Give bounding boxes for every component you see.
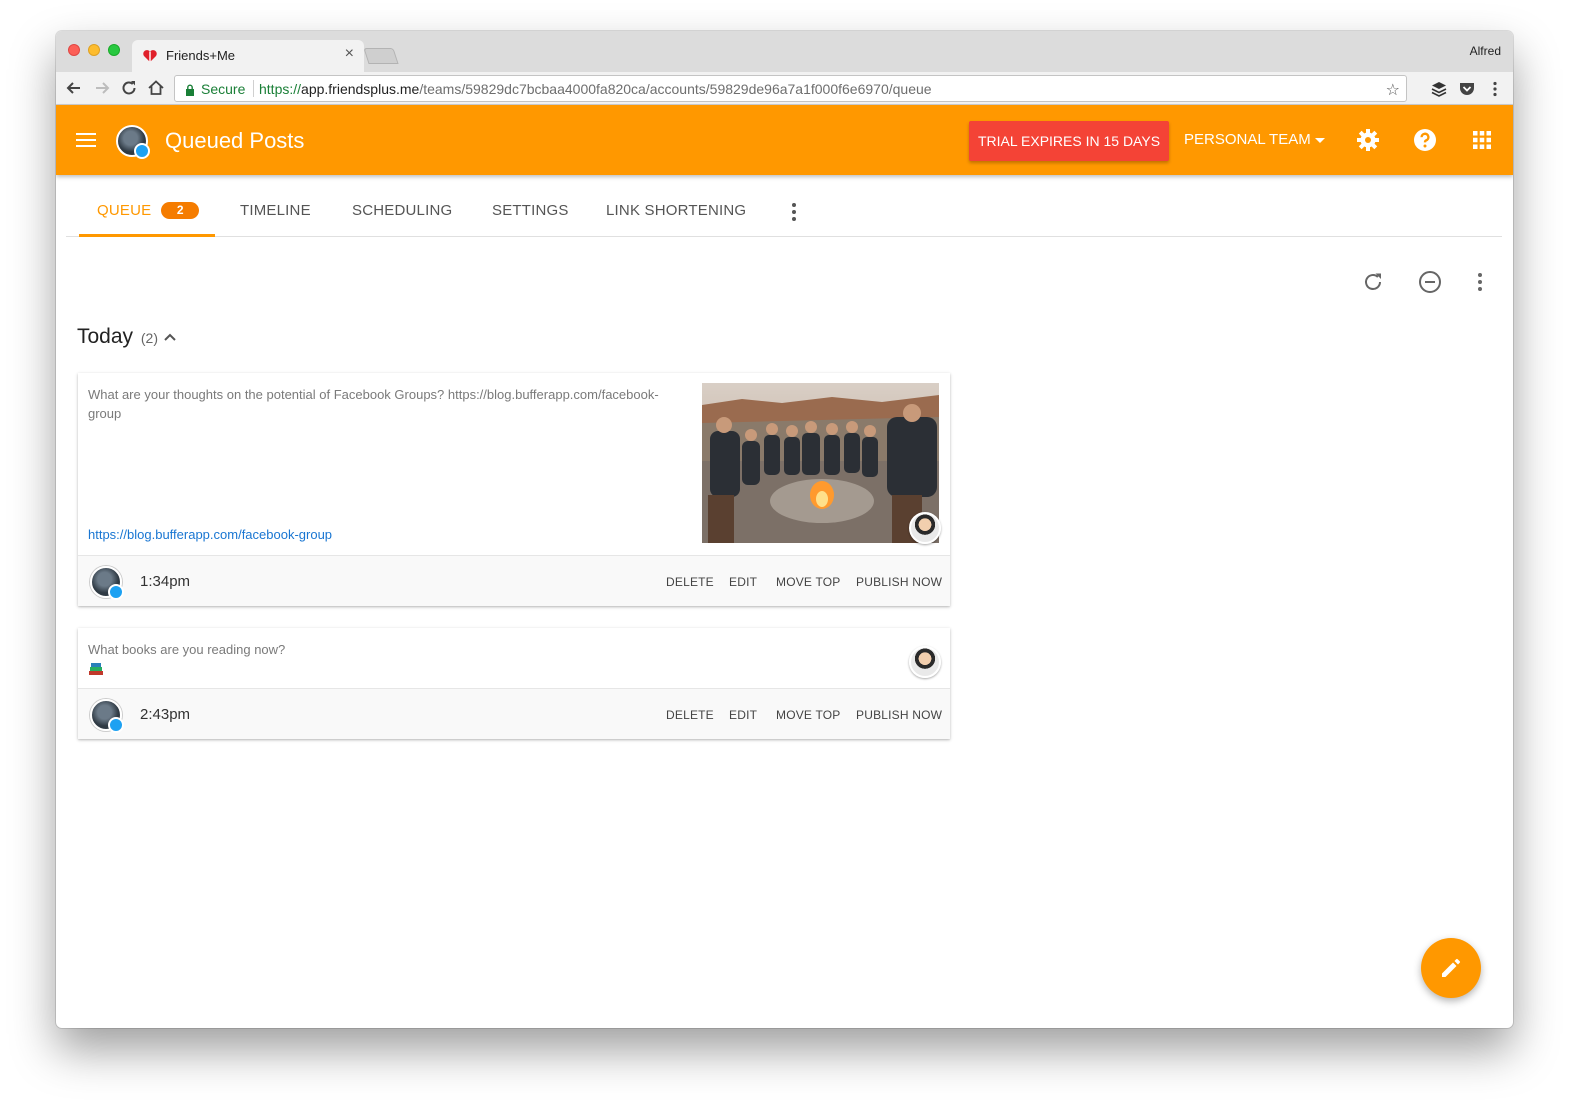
page-title: Queued Posts: [165, 128, 305, 153]
apps-grid-icon[interactable]: [1470, 128, 1494, 152]
more-tabs-icon[interactable]: [791, 202, 797, 222]
tab-settings[interactable]: SETTINGS: [492, 202, 569, 219]
refresh-icon[interactable]: [1361, 270, 1385, 294]
browser-toolbar: Secure https://app.friendsplus.me/teams/…: [56, 72, 1513, 105]
lock-icon: [186, 84, 194, 96]
heart-icon: [143, 50, 157, 62]
tab-queue-label: QUEUE: [97, 202, 152, 219]
chevron-up-icon[interactable]: [163, 332, 177, 342]
team-selector[interactable]: PERSONAL TEAM: [1184, 131, 1311, 148]
twitter-icon: [134, 143, 150, 159]
tab-scheduling[interactable]: SCHEDULING: [352, 202, 452, 219]
trial-expires-button[interactable]: TRIAL EXPIRES IN 15 DAYS: [969, 121, 1169, 161]
browser-menu-icon[interactable]: [1486, 80, 1504, 98]
pencil-icon: [1442, 958, 1461, 977]
home-icon[interactable]: [146, 78, 166, 98]
tab-queue[interactable]: QUEUE 2: [97, 202, 200, 219]
minimize-window-button[interactable]: [88, 44, 100, 56]
author-avatar[interactable]: [909, 646, 941, 678]
address-separator: [253, 80, 254, 97]
new-tab-button[interactable]: [363, 48, 399, 64]
post-card-footer: 1:34pm DELETE EDIT MOVE TOP PUBLISH NOW: [78, 555, 950, 606]
browser-tab-strip: Friends+Me × Alfred: [56, 31, 1513, 72]
app-bar: Queued Posts TRIAL EXPIRES IN 15 DAYS PE…: [56, 105, 1513, 175]
author-avatar[interactable]: [909, 512, 941, 544]
queue-count-badge: 2: [161, 202, 200, 219]
twitter-icon: [108, 717, 124, 733]
tab-timeline[interactable]: TIMELINE: [240, 202, 311, 219]
maximize-window-button[interactable]: [108, 44, 120, 56]
section-title-text: Today: [77, 325, 134, 348]
active-tab-indicator: [79, 234, 215, 237]
delete-button[interactable]: DELETE: [666, 575, 714, 589]
edit-button[interactable]: EDIT: [729, 708, 757, 722]
move-top-button[interactable]: MOVE TOP: [776, 708, 841, 722]
browser-tab-title: Friends+Me: [166, 48, 235, 63]
help-icon[interactable]: [1413, 128, 1437, 152]
remove-circle-icon[interactable]: [1418, 270, 1442, 294]
post-card-footer: 2:43pm DELETE EDIT MOVE TOP PUBLISH NOW: [78, 688, 950, 739]
move-top-button[interactable]: MOVE TOP: [776, 575, 841, 589]
close-tab-icon[interactable]: ×: [345, 45, 354, 63]
section-count: (2): [140, 330, 159, 346]
browser-tab[interactable]: Friends+Me ×: [132, 40, 364, 72]
post-link[interactable]: https://blog.bufferapp.com/facebook-grou…: [88, 527, 332, 542]
queue-tabs: QUEUE 2 TIMELINE SCHEDULING SETTINGS LINK…: [66, 175, 1502, 237]
back-arrow-icon[interactable]: [64, 78, 84, 98]
twitter-icon: [108, 584, 124, 600]
delete-button[interactable]: DELETE: [666, 708, 714, 722]
post-text: What books are you reading now?: [88, 642, 286, 657]
gear-icon[interactable]: [1356, 128, 1380, 152]
address-bar[interactable]: Secure https://app.friendsplus.me/teams/…: [174, 75, 1407, 102]
publish-now-button[interactable]: PUBLISH NOW: [856, 708, 942, 722]
url-text[interactable]: https://app.friendsplus.me/teams/59829dc…: [259, 81, 932, 97]
hamburger-menu-icon[interactable]: [76, 130, 96, 150]
close-window-button[interactable]: [68, 44, 80, 56]
url-host: app.friendsplus.me: [301, 81, 420, 97]
pocket-extension-icon[interactable]: [1458, 80, 1476, 98]
reload-icon[interactable]: [119, 78, 139, 98]
secure-label: Secure: [201, 81, 246, 97]
section-title: Today (2): [77, 325, 158, 349]
compose-post-button[interactable]: [1421, 938, 1481, 998]
forward-arrow-icon[interactable]: [92, 78, 112, 98]
url-scheme: https://: [259, 81, 302, 97]
books-emoji-icon: [89, 663, 103, 675]
bookmark-star-icon[interactable]: ☆: [1386, 80, 1400, 100]
browser-window: Friends+Me × Alfred Secure https://app.f…: [56, 31, 1513, 1028]
browser-profile-name[interactable]: Alfred: [1470, 44, 1501, 58]
url-path: /teams/59829dc7bcbaa4000fa820ca/accounts…: [419, 81, 932, 97]
more-vertical-icon[interactable]: [1468, 270, 1492, 294]
publish-now-button[interactable]: PUBLISH NOW: [856, 575, 942, 589]
post-time: 1:34pm: [140, 573, 191, 590]
buffer-extension-icon[interactable]: [1430, 80, 1448, 98]
edit-button[interactable]: EDIT: [729, 575, 757, 589]
tab-link-shortening[interactable]: LINK SHORTENING: [606, 202, 746, 219]
post-card: What are your thoughts on the potential …: [78, 373, 950, 606]
post-card: What books are you reading now? 2:43pm D…: [78, 628, 950, 739]
caret-down-icon[interactable]: [1315, 138, 1325, 143]
campfire-photo: [702, 383, 939, 543]
post-time: 2:43pm: [140, 706, 191, 723]
post-text: What are your thoughts on the potential …: [88, 387, 659, 421]
